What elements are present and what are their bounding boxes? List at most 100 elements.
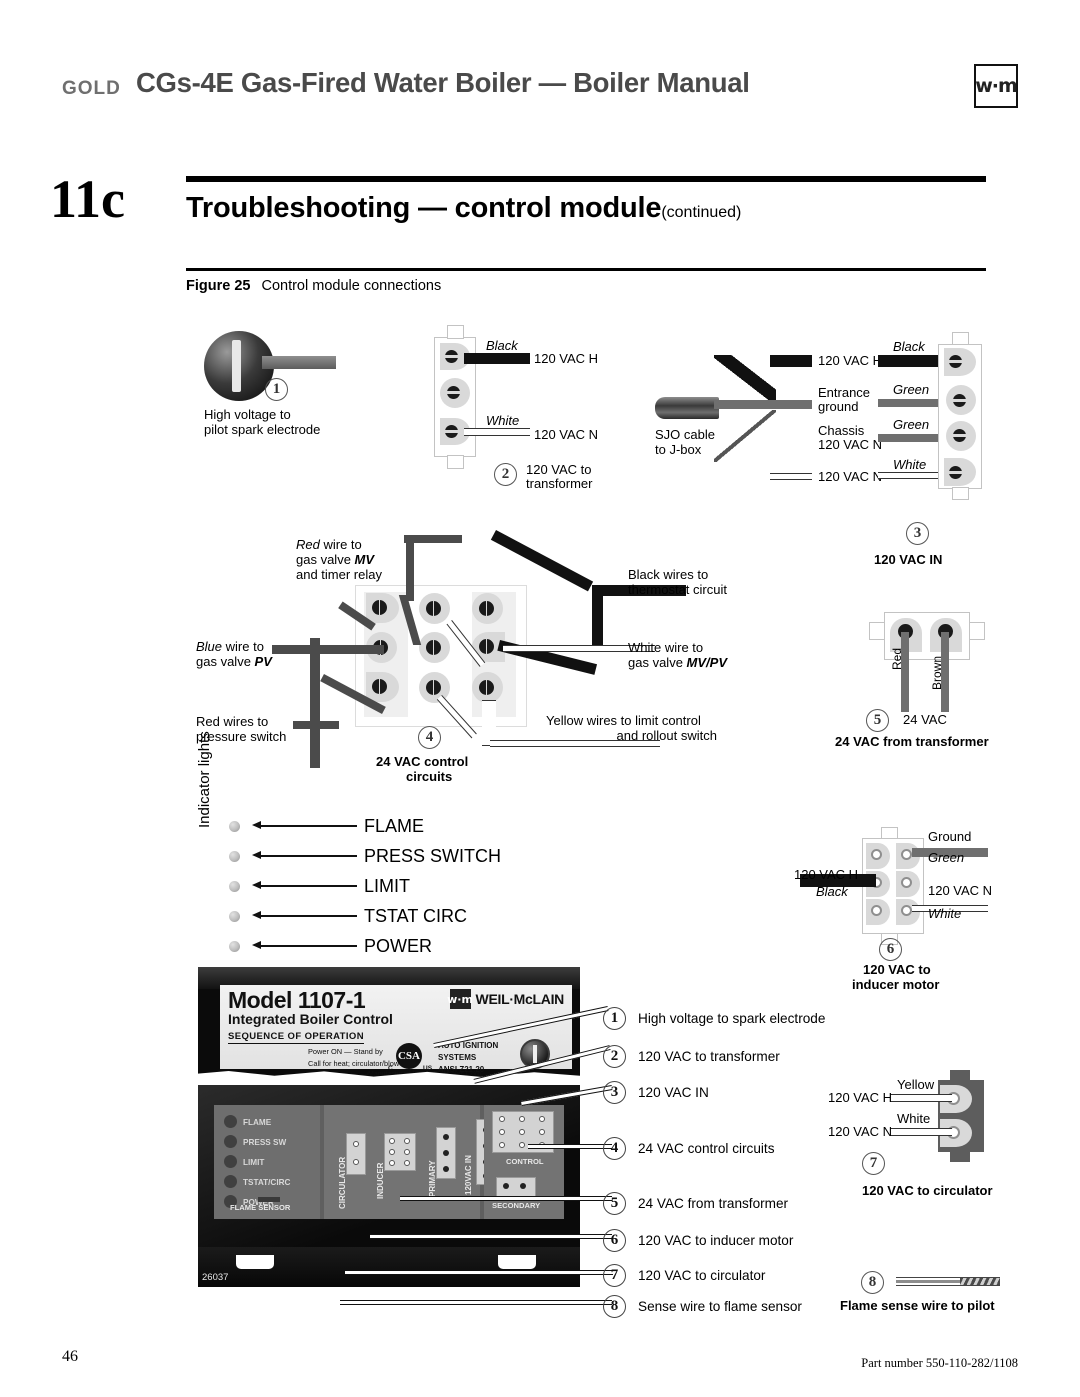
legend-number-3: 3 [603,1081,626,1104]
callout-4-red-press-vert [310,638,320,768]
callout-3-blk2 [878,355,940,367]
legend-text-4: 24 VAC control circuits [638,1141,775,1156]
module-bottom-lip [198,1247,580,1287]
module-inducer-pin-2 [404,1138,410,1144]
t4-screw-r3c2 [426,680,441,695]
figure-caption-text: Control module connections [261,278,442,294]
callout-3-cable-line1: SJO cable [655,427,715,442]
callout-4-white-mvpv-line2: gas valve MV/PV [628,655,728,670]
callout-3-number: 3 [906,522,929,545]
weil-mclain-logo-text: w·m [975,75,1018,97]
callout-6-label-n: 120 VAC N [928,883,993,898]
callout-6-label-h: 120 VAC H [794,867,859,882]
callout-4-red-mv-drop [406,535,414,601]
callout-4-red-mv-line1: Red wire to [296,537,362,552]
arrow-head-tstat-circ [252,911,261,919]
module-inducer-pin-1 [389,1138,395,1144]
callout-2-tab-bottom [447,455,464,469]
figure-rule [186,268,986,271]
callout-3-grn2 [878,434,940,442]
callout-7-yellow-wire [890,1094,952,1102]
leader-line-8 [340,1300,612,1305]
indicator-lights-axis-label: Indicator lights [196,731,213,828]
module-inducer-pin-5 [389,1160,395,1166]
t4-screw-r2c3 [479,639,494,654]
legend-number-6: 6 [603,1229,626,1252]
callout-3-row1-color: Black [893,339,925,354]
leader-line-7 [345,1270,613,1275]
t4-screw-r2c2 [426,640,441,655]
callout-7-yellow-label: Yellow [897,1077,935,1092]
module-board: FLAME PRESS SW LIMIT TSTAT/CIRC POWER CI… [214,1105,564,1219]
module-sequence-heading: SEQUENCE OF OPERATION [228,1031,364,1044]
photo-id-number: 26037 [202,1272,229,1283]
callout-6-screw-n [901,905,912,916]
legend-text-2: 120 VAC to transformer [638,1049,780,1064]
module-control-pin-2 [519,1116,525,1122]
callout-1-caption-line2: pilot spark electrode [204,422,321,437]
module-primary-pin-3 [443,1166,449,1172]
module-mid-panel: CIRCULATOR INDUCER PRIMARY 120VAC IN [324,1105,480,1219]
callout-3-screw-1 [949,355,962,368]
callout-7-label-h: 120 VAC H [828,1090,893,1105]
module-inducer-pin-4 [404,1149,410,1155]
callout-3-black-wire [770,355,812,367]
legend-text-8: Sense wire to flame sensor [638,1299,802,1314]
indicator-label-limit: LIMIT [364,876,411,896]
callout-4-blue-pv-line2: gas valve PV [196,654,272,669]
module-primary-pin-1 [443,1134,449,1140]
callout-2-black-wire [464,353,530,364]
callout-7-label-n: 120 VAC N [828,1124,893,1139]
callout-2-screw-3 [445,425,458,438]
callout-6-screw-r2c2 [901,877,912,888]
callout-3-row3-color: Green [893,417,930,432]
arrow-head-flame [252,821,261,829]
module-control-pin-6 [539,1129,545,1135]
header-title: CGs-4E Gas-Fired Water Boiler — Boiler M… [136,67,750,98]
callout-7-white-wire [890,1128,952,1136]
callout-7-white-label: White [897,1111,931,1126]
module-led-label-limit: LIMIT [243,1158,265,1167]
legend-text-1: High voltage to spark electrode [638,1011,826,1026]
arrow-line-limit [261,885,357,887]
t4-screw-r3c3 [479,680,494,695]
module-cert-line-2: SYSTEMS [438,1053,477,1062]
indicator-label-power: POWER [364,936,433,956]
callout-2-number: 2 [494,463,517,486]
t4-screw-r1c1 [372,600,387,615]
callout-6-tab-top [881,827,898,839]
led-flame [229,821,240,832]
callout-6-screw-r1c1 [871,849,882,860]
legend-number-8: 8 [603,1295,626,1318]
led-press-switch [229,851,240,862]
module-model-number: Model 1107-1 [228,987,366,1013]
module-circulator-pin-1 [353,1141,359,1147]
module-control-pin-7 [499,1142,505,1148]
gold-series-badge: GOLD [62,78,121,99]
arrow-line-flame [261,825,357,827]
callout-8-wire-braid [960,1278,1000,1285]
manual-page: GOLD CGs-4E Gas-Fired Water Boiler — Boi… [0,0,1080,1397]
module-control-pin-3 [539,1116,545,1122]
callout-3-ground-wire [714,400,812,409]
callout-2-label-n: 120 VAC N [534,427,599,442]
callout-3-row3-left-line2: 120 VAC N [818,437,883,452]
callout-3-cable-line2: to J-box [655,442,702,457]
callout-4-black-tstat-line1: Black wires to [628,567,709,582]
callout-4-black-vert [592,585,603,645]
callout-2-screw-1 [445,350,458,363]
callout-3-row4-color: White [893,457,927,472]
arrow-head-power [252,941,261,949]
callout-7-caption: 120 VAC to circulator [862,1183,993,1198]
callout-8-number: 8 [861,1271,884,1294]
callout-6-caption-line1: 120 VAC to [863,962,931,977]
callout-1-caption-line1: High voltage to [204,407,291,422]
page-number: 46 [62,1348,78,1365]
callout-4-yellow-limit-line1: Yellow wires to limit control [546,713,701,728]
indicator-label-flame: FLAME [364,816,425,836]
module-brand-name: WEIL·McLAIN [475,991,565,1007]
module-secondary-pin-1 [503,1183,509,1189]
callout-2-white-label: White [486,413,520,428]
callout-6-screw-ground [901,849,912,860]
callout-2-caption-line2: transformer [526,476,593,491]
